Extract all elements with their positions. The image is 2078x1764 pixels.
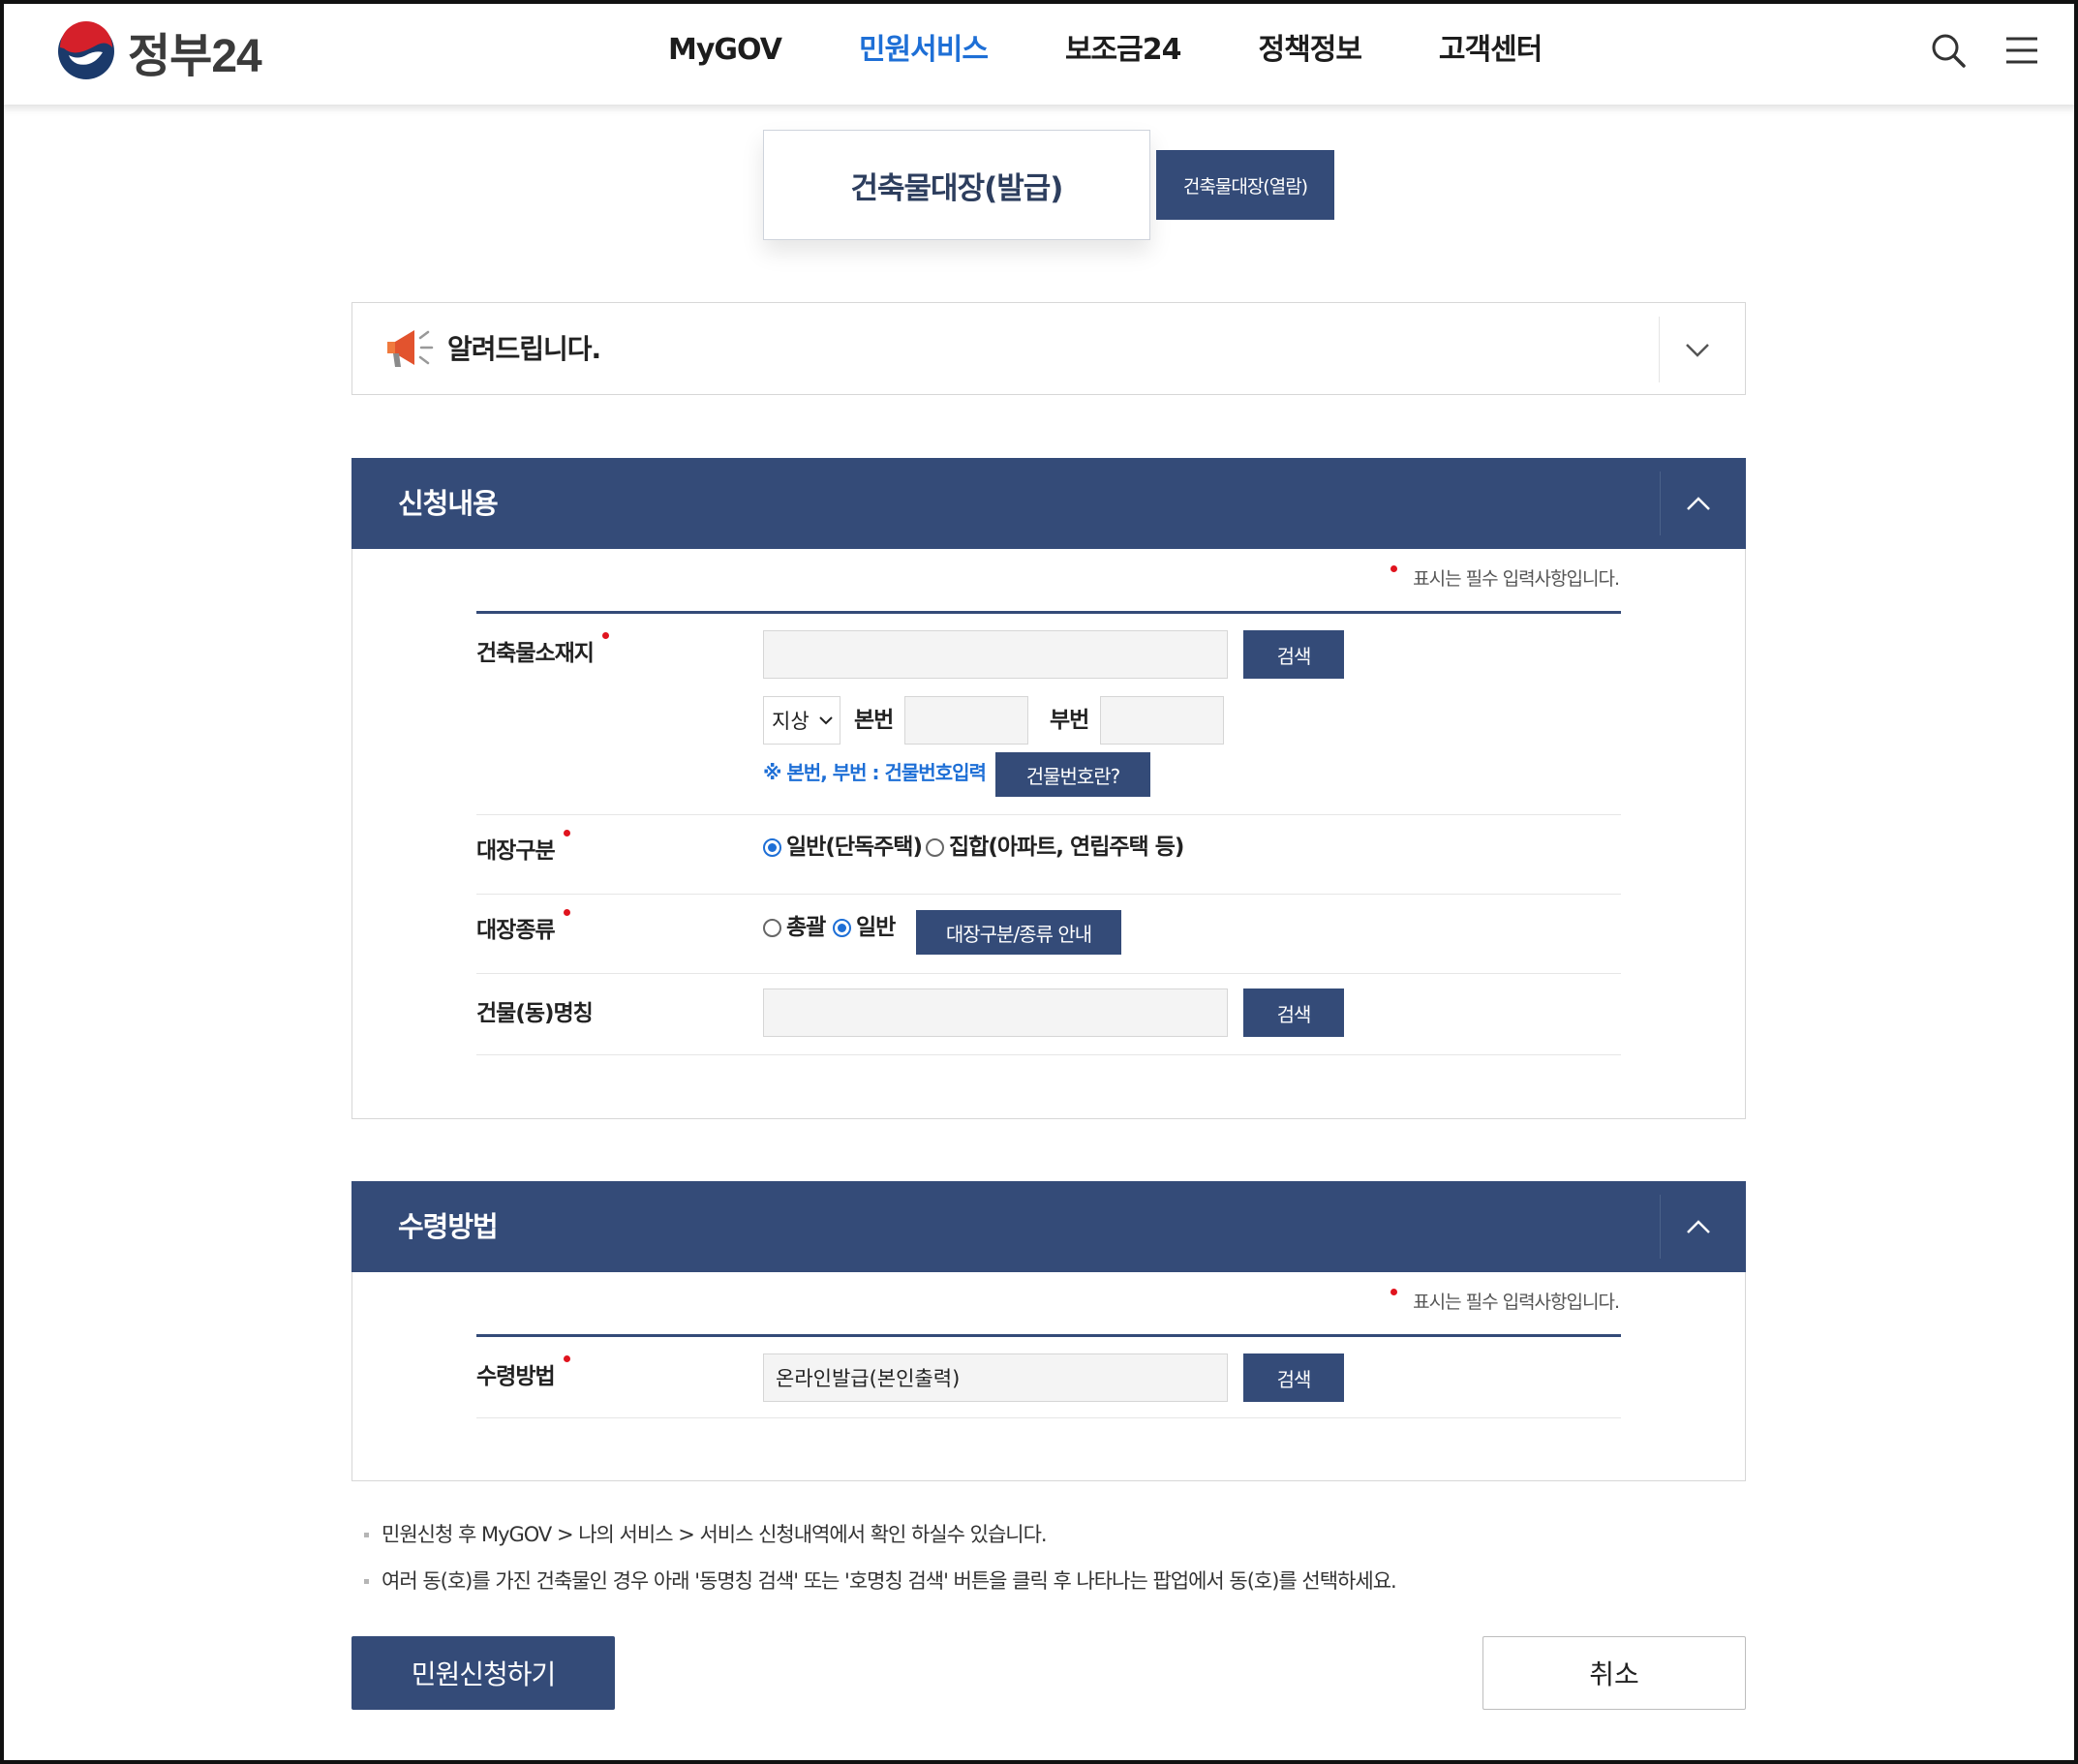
required-marker — [563, 1355, 570, 1362]
ledger-guide-button[interactable]: 대장구분/종류 안내 — [916, 910, 1121, 955]
required-marker — [1390, 565, 1397, 572]
submit-application-button[interactable]: 민원신청하기 — [351, 1636, 615, 1710]
sub-no-label: 부번 — [1050, 708, 1089, 733]
radio-checked-icon — [833, 918, 851, 937]
section-divider — [1660, 471, 1661, 535]
row-divider — [476, 894, 1621, 895]
radio-ledger-type-general[interactable]: 일반 — [833, 912, 896, 943]
info-note-text: 여러 동(호)를 가진 건축물인 경우 아래 '동명칭 검색' 또는 '호명칭 … — [382, 1569, 1397, 1593]
notice-panel[interactable]: 알려드립니다. — [351, 302, 1746, 395]
chevron-up-icon[interactable] — [1684, 489, 1713, 518]
ground-select-value: 지상 — [772, 710, 810, 733]
radio-label: 일반(단독주택) — [786, 835, 923, 860]
row-divider — [476, 973, 1621, 974]
tab-building-register-issue[interactable]: 건축물대장(발급) — [763, 130, 1150, 240]
application-section-title: 신청내용 — [398, 487, 499, 520]
receipt-method-input[interactable] — [763, 1353, 1228, 1402]
location-search-button[interactable]: 검색 — [1243, 630, 1344, 679]
search-icon[interactable] — [1929, 31, 1968, 70]
menu-icon[interactable] — [2002, 31, 2041, 70]
receipt-method-label: 수령방법 — [476, 1355, 570, 1392]
info-note-text: 민원신청 후 MyGOV > 나의 서비스 > 서비스 신청내역에서 확인 하실… — [382, 1523, 1048, 1546]
ledger-class-label-text: 대장구분 — [476, 838, 556, 864]
radio-label: 일반 — [856, 915, 896, 940]
ledger-class-label: 대장구분 — [476, 830, 570, 867]
required-marker — [563, 830, 570, 836]
row-divider — [476, 1054, 1621, 1055]
site-logo[interactable]: 정부24 — [56, 21, 262, 82]
main-no-input[interactable] — [904, 696, 1028, 745]
location-label-text: 건축물소재지 — [476, 641, 595, 666]
location-label: 건축물소재지 — [476, 632, 609, 669]
site-header: 정부24 MyGOV 민원서비스 보조금24 정책정보 고객센터 — [0, 0, 2078, 105]
bullet-icon — [364, 1579, 369, 1584]
radio-unchecked-icon — [926, 837, 944, 857]
ledger-type-label-text: 대장종류 — [476, 918, 556, 943]
chevron-down-icon — [818, 716, 833, 725]
building-no-hint: ※ 본번, 부번 : 건물번호입력 — [763, 761, 987, 784]
receipt-section-body: 표시는 필수 입력사항입니다. 수령방법 검색 — [351, 1272, 1746, 1481]
required-note: 표시는 필수 입력사항입니다. — [1413, 568, 1620, 590]
row-divider — [476, 814, 1621, 815]
table-top-border — [476, 1334, 1621, 1337]
building-name-label: 건물(동)명칭 — [476, 1001, 594, 1026]
building-name-input[interactable] — [763, 988, 1228, 1037]
chevron-up-icon[interactable] — [1684, 1212, 1713, 1241]
receipt-section-title: 수령방법 — [398, 1210, 499, 1243]
nav-item-civil-services[interactable]: 민원서비스 — [859, 31, 989, 70]
notice-title: 알려드립니다. — [447, 333, 601, 365]
nav-item-subsidy24[interactable]: 보조금24 — [1065, 31, 1182, 70]
required-marker — [563, 909, 570, 916]
radio-unchecked-icon — [763, 918, 781, 937]
radio-ledger-class-general[interactable]: 일반(단독주택) — [763, 832, 923, 863]
location-input[interactable] — [763, 630, 1228, 679]
radio-checked-icon — [763, 837, 781, 857]
site-logo-text: 정부24 — [128, 31, 262, 82]
radio-label: 집합(아파트, 연립주택 등) — [949, 835, 1184, 860]
application-section-header[interactable]: 신청내용 — [351, 458, 1746, 549]
nav-item-mygov[interactable]: MyGOV — [668, 31, 782, 70]
info-note: 민원신청 후 MyGOV > 나의 서비스 > 서비스 신청내역에서 확인 하실… — [364, 1520, 1048, 1549]
required-note: 표시는 필수 입력사항입니다. — [1413, 1292, 1620, 1313]
receipt-method-label-text: 수령방법 — [476, 1364, 556, 1389]
ledger-type-label: 대장종류 — [476, 909, 570, 946]
required-marker — [601, 632, 609, 639]
nav-item-customer-center[interactable]: 고객센터 — [1439, 31, 1543, 70]
tab-building-register-view[interactable]: 건축물대장(열람) — [1156, 150, 1334, 220]
main-no-label: 본번 — [854, 708, 894, 733]
row-divider — [476, 1417, 1621, 1418]
radio-label: 총괄 — [786, 915, 826, 940]
nav-item-policy-info[interactable]: 정책정보 — [1259, 31, 1362, 70]
application-section-body: 표시는 필수 입력사항입니다. 건축물소재지 검색 지상 본번 부번 ※ 본번,… — [351, 549, 1746, 1119]
taeguk-logo-icon — [58, 21, 114, 79]
info-note: 여러 동(호)를 가진 건축물인 경우 아래 '동명칭 검색' 또는 '호명칭 … — [364, 1566, 1397, 1596]
receipt-method-search-button[interactable]: 검색 — [1243, 1353, 1344, 1402]
radio-ledger-class-collective[interactable]: 집합(아파트, 연립주택 등) — [926, 832, 1184, 863]
sub-no-input[interactable] — [1100, 696, 1224, 745]
bullet-icon — [364, 1533, 369, 1537]
notice-divider — [1659, 317, 1660, 382]
table-top-border — [476, 611, 1621, 614]
main-nav: MyGOV 민원서비스 보조금24 정책정보 고객센터 — [668, 31, 1619, 70]
megaphone-icon — [387, 330, 434, 367]
radio-ledger-type-summary[interactable]: 총괄 — [763, 912, 826, 943]
receipt-section-header[interactable]: 수령방법 — [351, 1181, 1746, 1272]
chevron-down-icon[interactable] — [1683, 335, 1712, 364]
ground-select[interactable]: 지상 — [763, 696, 840, 745]
cancel-button[interactable]: 취소 — [1482, 1636, 1746, 1710]
building-name-search-button[interactable]: 검색 — [1243, 988, 1344, 1037]
section-divider — [1660, 1195, 1661, 1259]
building-no-help-button[interactable]: 건물번호란? — [995, 752, 1150, 797]
required-marker — [1390, 1289, 1397, 1295]
